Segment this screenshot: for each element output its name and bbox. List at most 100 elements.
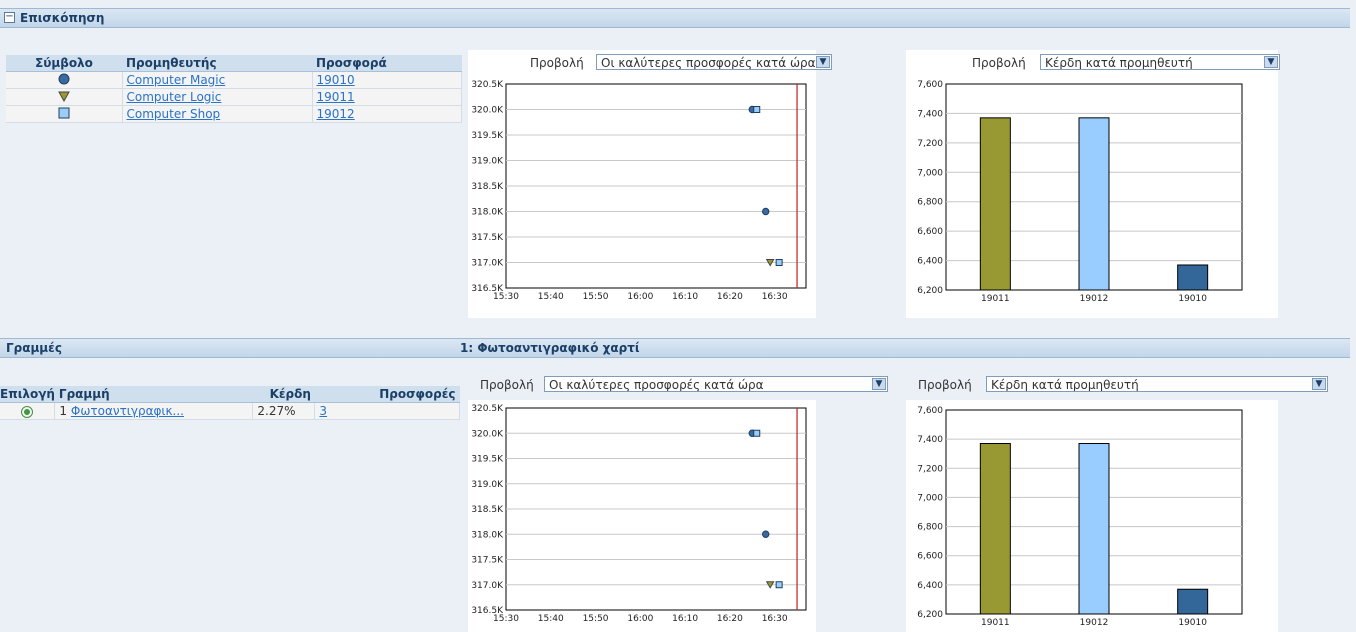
y-tick-label: 320.5K <box>471 404 504 414</box>
chevron-down-icon[interactable]: ▼ <box>872 378 886 390</box>
supplier-link[interactable]: Computer Shop <box>127 107 221 121</box>
view-label: Προβολή <box>972 56 1026 70</box>
col-profit: Κέρδη <box>252 386 315 403</box>
y-tick-label: 6,200 <box>917 286 943 296</box>
y-tick-label: 6,400 <box>917 257 943 267</box>
collapse-icon[interactable]: − <box>4 12 15 23</box>
table-row: Computer Logic 19011 <box>6 88 462 106</box>
table-row: Computer Shop 19012 <box>6 105 462 123</box>
supplier-cell[interactable]: Computer Magic <box>122 71 313 89</box>
x-tick-label: 16:00 <box>627 614 653 624</box>
offer-link[interactable]: 19012 <box>317 107 355 121</box>
offer-link[interactable]: 19011 <box>317 90 355 104</box>
y-tick-label: 318.0K <box>471 208 504 218</box>
x-tick-label: 16:30 <box>762 292 788 302</box>
symbol-cell <box>6 88 123 106</box>
bar-19011 <box>979 117 1011 291</box>
line-link[interactable]: Φωτοαντιγραφικ... <box>71 404 184 418</box>
select-cell[interactable] <box>0 402 56 420</box>
y-tick-label: 319.5K <box>471 455 504 465</box>
triangle-marker-icon <box>57 91 70 102</box>
detail-title: 1: Φωτοαντιγραφικό χαρτί <box>460 341 640 355</box>
data-point-circle <box>762 207 770 216</box>
x-tick-label: 16:20 <box>717 292 743 302</box>
y-tick-label: 6,200 <box>917 610 943 620</box>
x-tick-label: 15:30 <box>493 614 519 624</box>
chevron-down-icon[interactable]: ▼ <box>816 56 830 68</box>
y-tick-label: 6,800 <box>917 523 943 533</box>
y-tick-label: 317.0K <box>471 581 504 591</box>
y-tick-label: 320.0K <box>471 106 504 116</box>
offers-link[interactable]: 3 <box>319 404 327 418</box>
bar-19011 <box>979 443 1011 615</box>
overview-title: Επισκόπηση <box>20 11 105 25</box>
col-offers: Προσφορές <box>314 386 460 403</box>
x-tick-label: 19012 <box>1080 618 1109 628</box>
y-tick-label: 6,400 <box>917 581 943 591</box>
y-tick-label: 318.5K <box>471 182 504 192</box>
x-tick-label: 15:40 <box>538 292 564 302</box>
radio-selected-icon[interactable] <box>21 405 34 418</box>
select-value: Οι καλύτερες προσφορές κατά ώρα <box>549 378 764 392</box>
x-tick-label: 15:30 <box>493 292 519 302</box>
y-tick-label: 6,800 <box>917 198 943 208</box>
supplier-table-header: Σύμβολο Προμηθευτής Προσφορά <box>6 55 462 72</box>
select-value: Κέρδη κατά προμηθευτή <box>991 378 1139 392</box>
offer-link[interactable]: 19010 <box>317 73 355 87</box>
y-tick-label: 7,400 <box>917 435 943 445</box>
lines-title: Γραμμές <box>6 341 62 355</box>
col-offer: Προσφορά <box>312 55 462 72</box>
x-tick-label: 16:20 <box>717 614 743 624</box>
data-point-square <box>753 429 761 437</box>
line-number: 1 <box>59 404 68 418</box>
supplier-link[interactable]: Computer Magic <box>127 73 226 87</box>
y-tick-label: 317.5K <box>471 233 504 243</box>
offers-cell[interactable]: 3 <box>314 402 460 420</box>
chevron-down-icon[interactable]: ▼ <box>1312 378 1326 390</box>
top-right-view-select[interactable]: Κέρδη κατά προμηθευτή ▼ <box>1040 54 1280 70</box>
x-tick-label: 16:00 <box>627 292 653 302</box>
data-point-square <box>753 106 761 113</box>
symbol-cell <box>6 71 123 89</box>
table-row: Computer Magic 19010 <box>6 71 462 89</box>
top-left-view-select[interactable]: Οι καλύτερες προσφορές κατά ώρα ▼ <box>596 54 832 70</box>
bar-19012 <box>1078 443 1110 615</box>
y-tick-label: 7,000 <box>917 168 943 178</box>
y-tick-label: 317.5K <box>471 556 504 566</box>
select-value: Οι καλύτερες προσφορές κατά ώρα <box>601 56 816 70</box>
view-label: Προβολή <box>480 378 534 392</box>
bar-chart-bottom: 7,600 7,400 7,200 7,000 6,800 6,600 6,400 6,200… <box>917 406 1243 628</box>
chevron-down-icon[interactable]: ▼ <box>1264 56 1278 68</box>
bar-19010 <box>1177 264 1209 291</box>
y-tick-label: 6,600 <box>917 552 943 562</box>
y-tick-label: 7,200 <box>917 139 943 149</box>
offer-cell[interactable]: 19011 <box>312 88 462 106</box>
view-label: Προβολή <box>530 56 584 70</box>
supplier-link[interactable]: Computer Logic <box>127 90 222 104</box>
supplier-cell[interactable]: Computer Shop <box>122 105 313 123</box>
scatter-chart-top: 320.5K 320.0K 319.5K 319.0K 318.5K 318.0K 317.… <box>471 80 807 302</box>
y-tick-label: 318.0K <box>471 530 504 540</box>
offer-cell[interactable]: 19012 <box>312 105 462 123</box>
supplier-cell[interactable]: Computer Logic <box>122 88 313 106</box>
profit-cell: 2.27% <box>252 402 316 420</box>
supplier-table: Σύμβολο Προμηθευτής Προσφορά Computer Ma… <box>6 55 462 123</box>
x-tick-label: 15:40 <box>538 614 564 624</box>
lines-table: Επιλογή Γραμμή Κέρδη Προσφορές 1 Φωτοαντ… <box>0 386 460 420</box>
line-cell[interactable]: 1 Φωτοαντιγραφικ... <box>54 402 254 420</box>
bar-19012 <box>1078 117 1110 291</box>
bottom-left-view-select[interactable]: Οι καλύτερες προσφορές κατά ώρα ▼ <box>544 376 888 392</box>
y-tick-label: 320.0K <box>471 429 504 439</box>
offer-cell[interactable]: 19010 <box>312 71 462 89</box>
x-tick-label: 15:50 <box>583 292 609 302</box>
square-marker-icon <box>58 107 70 118</box>
view-label: Προβολή <box>918 378 972 392</box>
col-line: Γραμμή <box>54 386 253 403</box>
y-tick-label: 7,000 <box>917 493 943 503</box>
detail-header: 1: Φωτοαντιγραφικό χαρτί <box>456 338 1350 358</box>
y-tick-label: 319.0K <box>471 157 504 167</box>
col-supplier: Προμηθευτής <box>122 55 312 72</box>
lines-header: Γραμμές <box>0 338 456 358</box>
y-tick-label: 319.5K <box>471 131 504 141</box>
bottom-right-view-select[interactable]: Κέρδη κατά προμηθευτή ▼ <box>986 376 1328 392</box>
